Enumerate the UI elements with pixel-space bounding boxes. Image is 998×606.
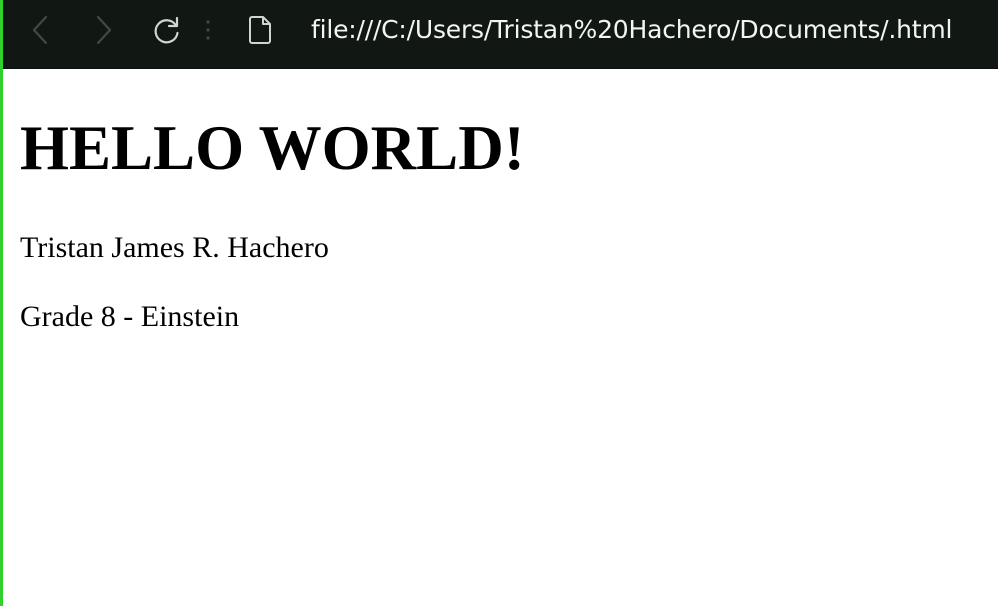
reload-button[interactable] [149, 12, 185, 48]
page-content: HELLO WORLD! Tristan James R. Hachero Gr… [20, 68, 998, 606]
chevron-right-icon [96, 15, 112, 45]
reload-icon [154, 16, 179, 44]
forward-button[interactable] [85, 12, 121, 48]
page-heading: HELLO WORLD! [20, 113, 525, 183]
student-name: Tristan James R. Hachero [20, 231, 329, 264]
file-page-icon[interactable] [245, 14, 275, 46]
grade-section: Grade 8 - Einstein [20, 300, 240, 333]
browser-window: file:///C:/Users/Tristan%20Hachero/Docum… [0, 0, 998, 606]
browser-toolbar: file:///C:/Users/Tristan%20Hachero/Docum… [3, 0, 998, 69]
chevron-left-icon [32, 15, 48, 45]
vertical-dots-icon [206, 20, 210, 40]
back-button[interactable] [23, 12, 59, 48]
address-bar-url[interactable]: file:///C:/Users/Tristan%20Hachero/Docum… [311, 12, 952, 48]
